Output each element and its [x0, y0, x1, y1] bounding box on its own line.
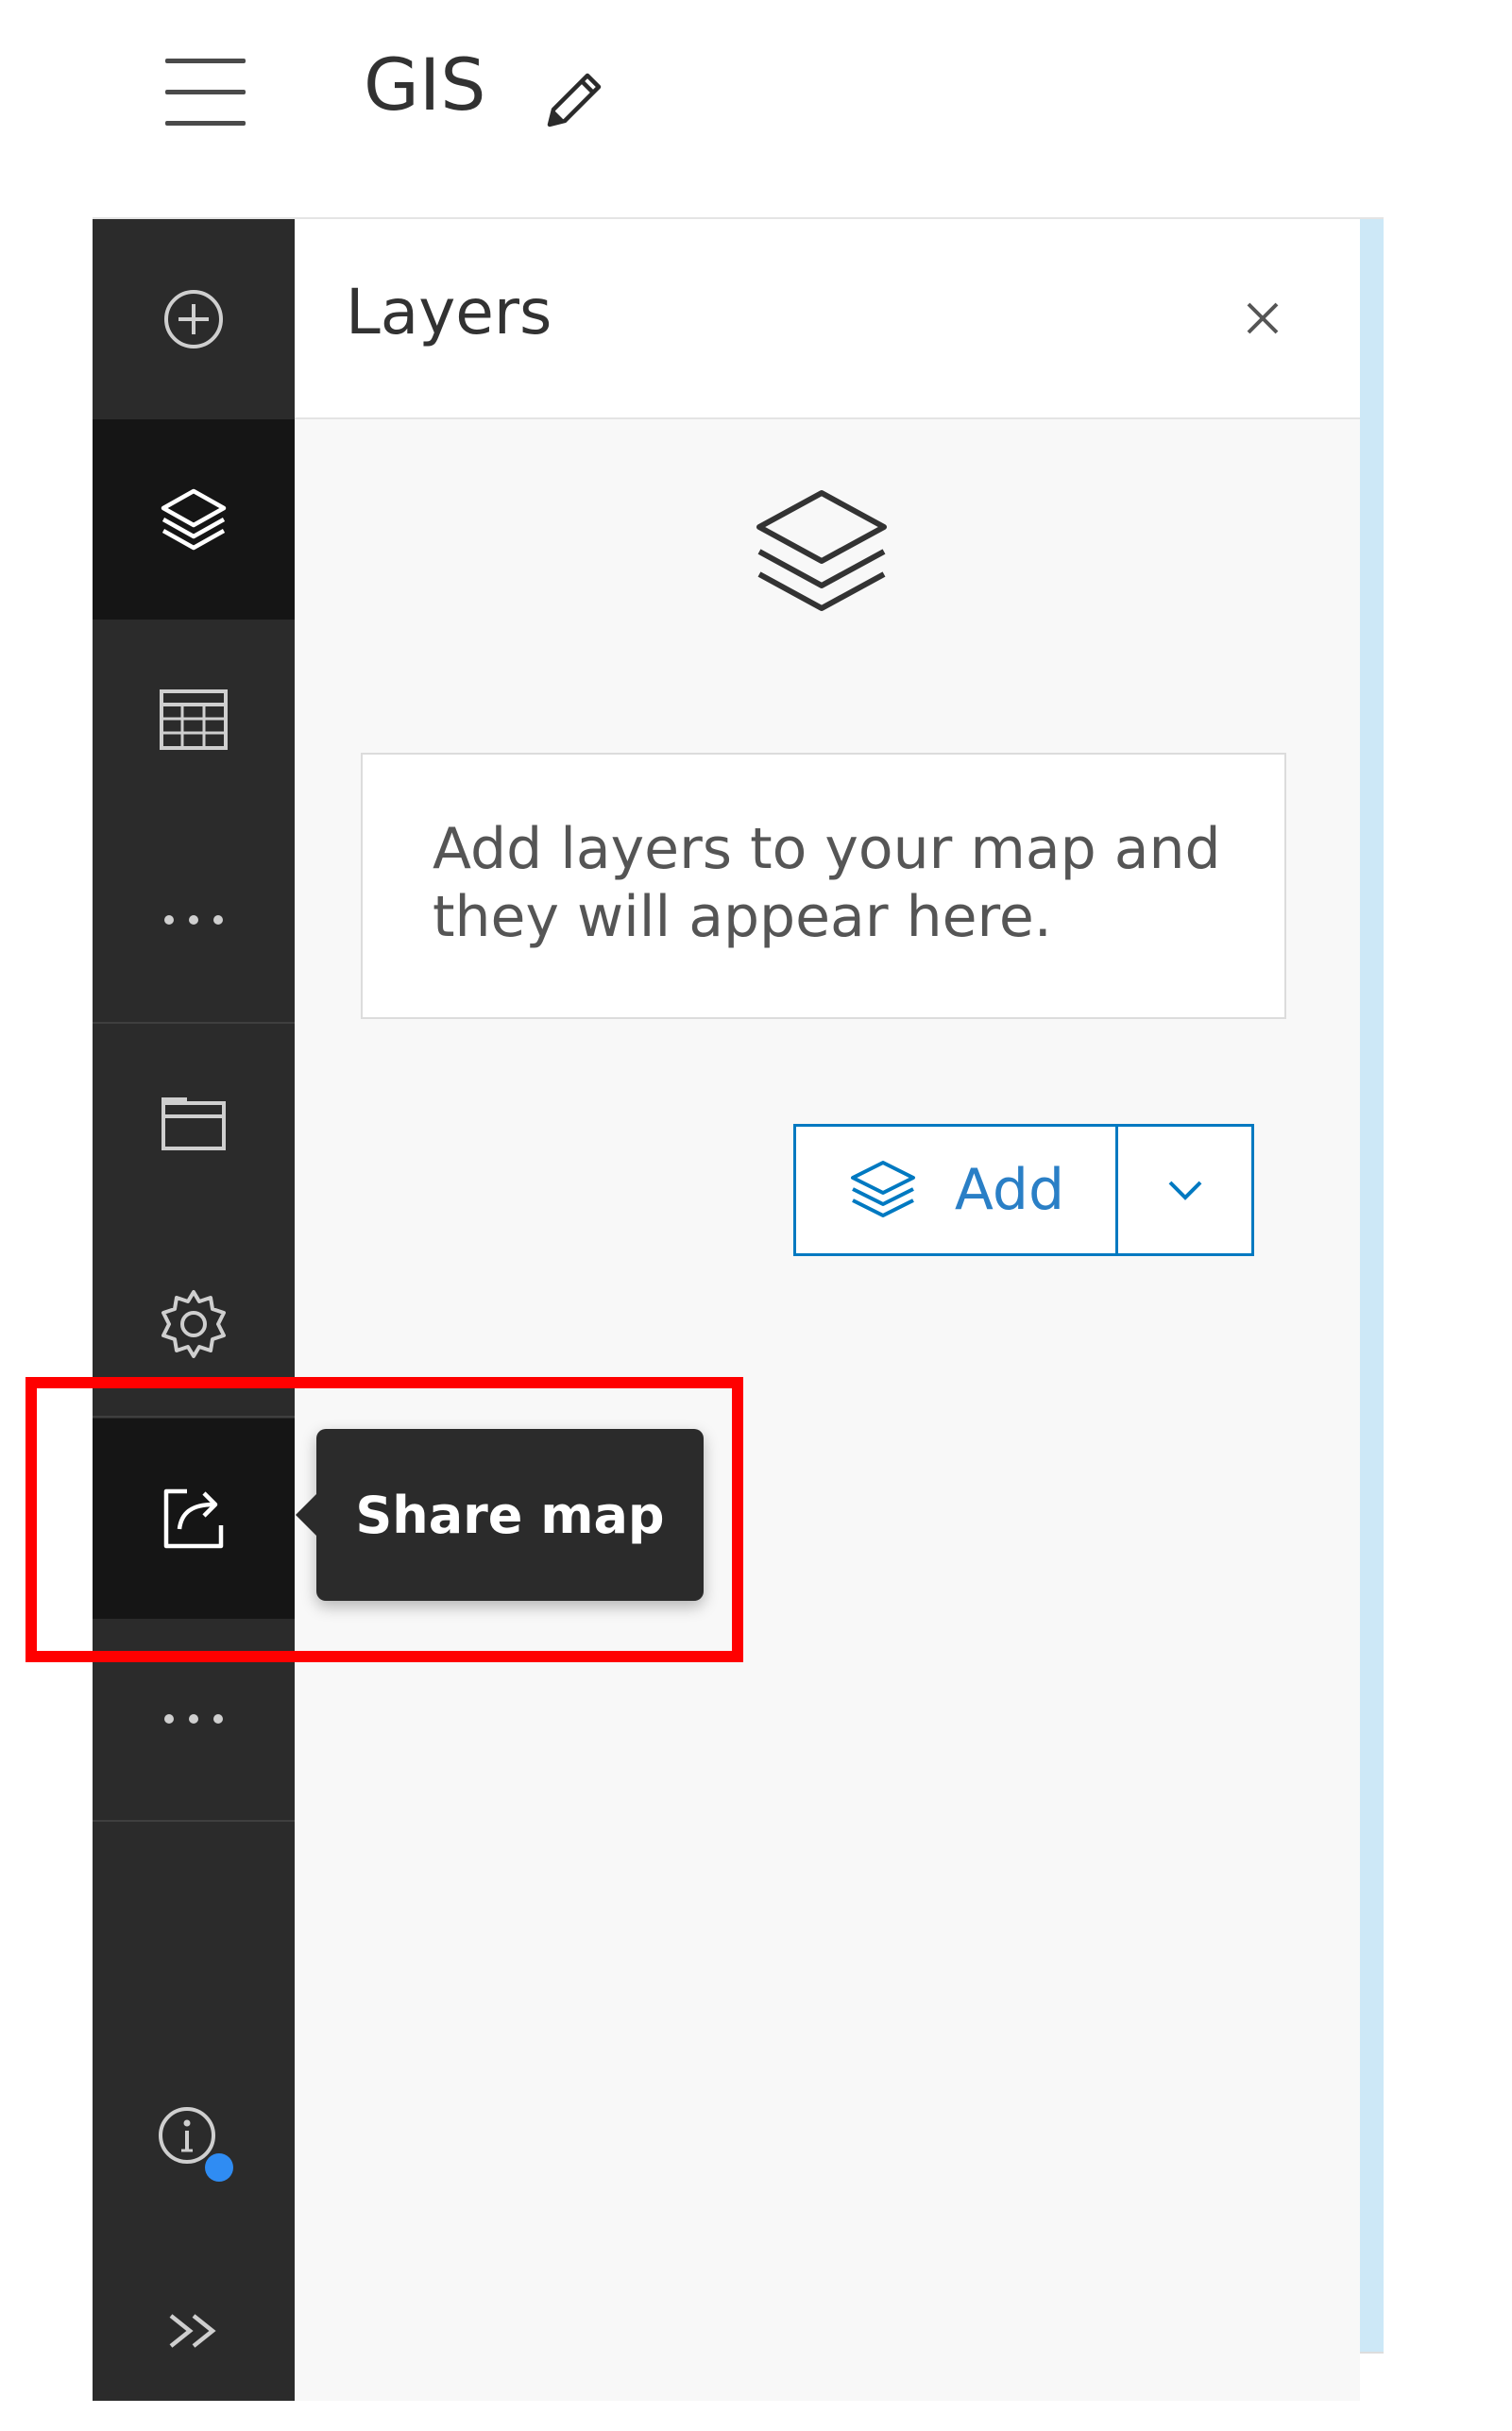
ellipsis-icon — [164, 915, 223, 925]
close-icon[interactable] — [1239, 295, 1286, 342]
panel-header: Layers — [295, 219, 1360, 419]
hamburger-menu-icon[interactable] — [165, 59, 246, 129]
tables-button[interactable] — [93, 620, 295, 820]
empty-layers-message: Add layers to your map and they will app… — [433, 816, 1221, 950]
map-viewer: Layers Add layers to your map and they w… — [93, 217, 1384, 2401]
pencil-icon[interactable] — [540, 66, 608, 134]
highlight-box — [25, 1377, 743, 1662]
expand-button[interactable] — [93, 2231, 295, 2431]
empty-layers-notice: Add layers to your map and they will app… — [361, 753, 1286, 1019]
add-layer-button[interactable]: Add — [793, 1124, 1118, 1256]
app-title: GIS — [364, 42, 486, 127]
notification-dot — [205, 2153, 233, 2182]
folder-icon — [161, 1097, 226, 1150]
double-chevron-right-icon — [169, 2314, 216, 2348]
map-view[interactable] — [1360, 219, 1384, 2401]
add-layer-split-button: Add — [793, 1124, 1254, 1256]
table-icon — [160, 689, 228, 750]
info-button[interactable] — [93, 2042, 295, 2242]
add-button-label: Add — [954, 1157, 1065, 1223]
more-tools-button[interactable] — [93, 820, 295, 1020]
chevron-down-icon — [1168, 1181, 1201, 1200]
layers-icon — [756, 490, 887, 611]
layers-button[interactable] — [93, 419, 295, 620]
info-icon — [159, 2107, 233, 2182]
ellipsis-icon — [164, 1714, 223, 1724]
layers-icon — [161, 488, 227, 551]
plus-circle-icon — [164, 290, 223, 348]
map-properties-button[interactable] — [93, 1024, 295, 1224]
panel-title: Layers — [346, 276, 552, 348]
action-bar-divider — [93, 1820, 295, 1822]
add-dropdown-button[interactable] — [1118, 1124, 1254, 1256]
layers-panel: Layers Add layers to your map and they w… — [295, 219, 1360, 2401]
action-bar — [93, 219, 295, 2401]
layers-icon — [850, 1161, 915, 1217]
gear-icon — [161, 1290, 226, 1358]
add-data-button[interactable] — [93, 219, 295, 419]
